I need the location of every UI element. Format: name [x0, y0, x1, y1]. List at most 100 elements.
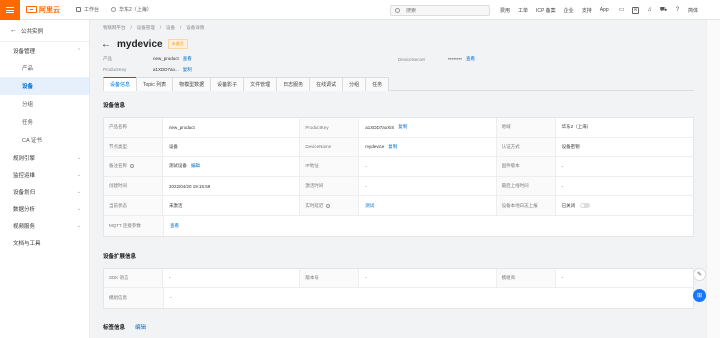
workspace-button[interactable]: 工作台	[76, 6, 99, 13]
breadcrumb-item[interactable]: 设备	[166, 25, 175, 31]
field-value: -	[561, 183, 564, 189]
sidebar-group-label: 监控运维	[13, 172, 36, 179]
arrow-left-icon[interactable]: ←	[101, 39, 111, 50]
info-icon[interactable]	[130, 164, 134, 169]
table-row: 产品名称 new_product ProductKey a1XDD7aoXiS 复…	[104, 118, 693, 138]
tab-tasks[interactable]: 任务	[365, 77, 390, 91]
sidebar-group-device-mgmt[interactable]: 设备管理 ⌃	[0, 42, 89, 59]
apps-grid-icon[interactable]: ⊞	[693, 289, 706, 302]
copy-productkey-link[interactable]: 复制	[183, 67, 192, 73]
tab-groups[interactable]: 分组	[342, 77, 367, 91]
tab-device-shadow[interactable]: 设备影子	[210, 77, 245, 91]
field-value: -	[561, 163, 564, 169]
view-product-link[interactable]: 查看	[183, 56, 192, 62]
cart-icon[interactable]: ⛟	[660, 7, 668, 14]
chevron-down-icon: ⌄	[76, 171, 81, 178]
region-label: 华东2（上海）	[119, 7, 152, 13]
field-label: 版本号	[300, 268, 360, 288]
language-switch[interactable]: 简体	[688, 7, 698, 14]
tab-topic-list[interactable]: Topic 列表	[136, 77, 174, 91]
chevron-down-icon: ⌄	[76, 188, 81, 195]
sidebar-group-docs[interactable]: 文档与工具	[0, 234, 89, 251]
table-row: 当前状态 未激活 实时延迟 测试 设备本地日志上报 已关闭	[104, 196, 693, 216]
top-bar: 阿里云 工作台 华东2（上海） 费用 工单 ICP 备案 企业 支持 App ▭…	[0, 0, 720, 20]
sidebar-group-analytics[interactable]: 数据分析 ⌄	[0, 200, 89, 217]
field-value: 设备	[163, 137, 301, 157]
edit-link[interactable]: 编辑	[191, 163, 200, 169]
mqtt-params-view-link[interactable]: 查看	[170, 223, 179, 229]
brand-logo[interactable]: 阿里云	[26, 5, 60, 15]
latency-test-link[interactable]: 测试	[365, 203, 374, 209]
breadcrumb: 物联网平台 / 设备管理 / 设备 / 设备详情	[103, 24, 205, 31]
field-label: 创建时间	[104, 176, 163, 196]
productkey-value: a1XDD7ao...	[153, 67, 179, 72]
secret-value: ********	[448, 56, 463, 62]
nav-support[interactable]: 支持	[582, 7, 592, 14]
nav-tickets[interactable]: 工单	[518, 7, 528, 14]
info-icon[interactable]	[326, 203, 331, 208]
breadcrumb-item[interactable]: 设备管理	[137, 25, 155, 31]
breadcrumb-item: 设备详情	[186, 24, 205, 30]
view-secret-link[interactable]: 查看	[466, 56, 475, 62]
title-row: ← mydevice 未激活	[91, 35, 706, 53]
sidebar-item-tasks[interactable]: 任务	[0, 113, 89, 131]
main-content: 物联网平台 / 设备管理 / 设备 / 设备详情 ← mydevice 未激活 产品 …	[91, 20, 706, 338]
edit-tags-link[interactable]: 编辑	[135, 323, 146, 331]
menu-icon[interactable]	[0, 0, 20, 20]
tab-device-info[interactable]: 设备信息	[103, 77, 138, 91]
log-upload-status: 已关闭	[561, 202, 576, 208]
chat-icon[interactable]: ✎	[693, 268, 706, 281]
search-box[interactable]	[390, 5, 490, 16]
field-label: SDK 语言	[104, 268, 163, 288]
nav-enterprise[interactable]: 企业	[564, 7, 574, 14]
productkey-label: ProductKey	[103, 67, 127, 72]
field-value: 测试设备 编辑	[163, 157, 301, 176]
scrollbar[interactable]	[706, 20, 720, 338]
search-input[interactable]	[406, 7, 486, 14]
help-icon[interactable]: ?	[674, 7, 681, 14]
copy-link[interactable]: 复制	[398, 124, 407, 130]
nav-app[interactable]: App	[600, 7, 609, 13]
tab-online-debug[interactable]: 在线调试	[309, 77, 344, 91]
field-label: ProductKey	[300, 118, 360, 137]
copy-link[interactable]: 复制	[388, 144, 397, 150]
back-to-instances[interactable]: ← 公共实例	[0, 20, 89, 42]
log-upload-toggle[interactable]	[580, 203, 591, 209]
workspace-label: 工作台	[84, 7, 100, 13]
device-meta: 产品 new_product 查看 ProductKey a1XDD7ao...…	[91, 53, 706, 77]
field-value: 测试	[359, 196, 497, 215]
nav-billing[interactable]: 费用	[500, 7, 510, 14]
sidebar-item-products[interactable]: 产品	[0, 59, 89, 77]
sidebar-group-label: 规则引擎	[13, 155, 36, 162]
sidebar-group-label: 文档与工具	[13, 240, 41, 247]
top-icons: ▭ ✉ ♫ ⛟ ? 简体	[618, 0, 698, 20]
tab-thing-model[interactable]: 物模型数据	[172, 77, 212, 91]
sidebar-group-monitoring[interactable]: 监控运维 ⌄	[0, 166, 89, 183]
field-label: 地域	[496, 118, 556, 137]
field-value: 已关闭	[556, 196, 693, 215]
devicename-value: mydevice	[365, 144, 385, 150]
region-selector[interactable]: 华东2（上海）	[111, 6, 152, 13]
sidebar-item-devices[interactable]: 设备	[0, 77, 89, 95]
field-label: 当前状态	[104, 196, 163, 215]
message-icon[interactable]: ✉	[632, 6, 639, 14]
breadcrumb-item[interactable]: 物联网平台	[103, 25, 126, 31]
sidebar-group-label: 设备管理	[13, 48, 36, 55]
secret-label: DeviceSecret	[398, 56, 425, 62]
tab-log-service[interactable]: 日志服务	[276, 77, 311, 91]
bell-icon[interactable]: ♫	[646, 7, 653, 14]
sidebar-group-rules[interactable]: 规则引擎 ⌄	[0, 149, 89, 166]
sidebar-item-ca-cert[interactable]: CA 证书	[0, 131, 89, 149]
field-label: 备注名称	[104, 157, 163, 176]
field-value: 设备密钥	[561, 143, 580, 149]
back-label: 公共实例	[21, 28, 44, 35]
chevron-down-icon: ⌄	[76, 154, 81, 161]
terminal-icon[interactable]: ▭	[618, 7, 625, 14]
sidebar-group-video[interactable]: 视频服务 ⌄	[0, 217, 89, 234]
tab-file-mgmt[interactable]: 文件管理	[243, 77, 278, 91]
sidebar-item-groups[interactable]: 分组	[0, 95, 89, 113]
table-row: 节点类型 设备 DeviceName mydevice 复制 认证方式 设备密钥	[104, 137, 693, 158]
field-value: 华东2（上海）	[561, 124, 592, 130]
sidebar-group-assignment[interactable]: 设备划归 ⌄	[0, 183, 89, 200]
nav-icp[interactable]: ICP 备案	[536, 7, 556, 14]
